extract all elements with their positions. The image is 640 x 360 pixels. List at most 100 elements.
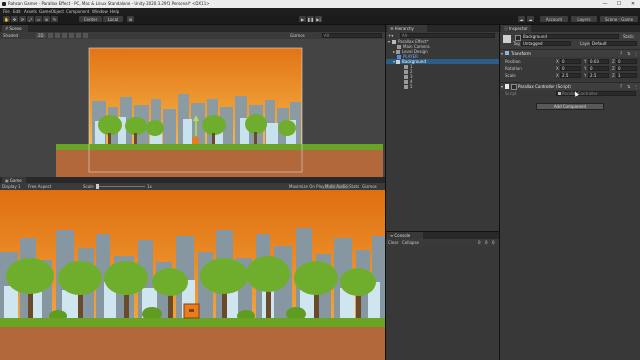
add-component-button[interactable]: Add Component [536, 103, 604, 110]
account-label: Account [545, 16, 563, 22]
menu-component[interactable]: Component [66, 9, 89, 14]
layers-dropdown[interactable]: Layers [571, 16, 597, 22]
hierarchy-tab-icon: ☰ [390, 26, 394, 31]
axis-z-label: Z [612, 59, 615, 64]
hierarchy-item-child[interactable]: 5 [386, 84, 499, 89]
mode-2d-toggle[interactable]: 2D [36, 33, 46, 38]
pivot-local-toggle[interactable]: Local [103, 16, 123, 22]
rotation-z-value: 0 [618, 66, 621, 71]
presets-icon[interactable]: ⇅ [627, 84, 630, 89]
maximize-on-play-toggle[interactable]: Maximize On Play [289, 184, 325, 189]
mute-audio-toggle[interactable]: Mute Audio [324, 184, 349, 189]
tab-console[interactable]: ≡ Console [387, 232, 423, 239]
console-warning-count[interactable]: 0 [485, 240, 488, 245]
camera-icon[interactable] [76, 33, 81, 38]
menu-assets[interactable]: Assets [24, 9, 37, 14]
game-ground-grass [0, 318, 385, 327]
context-menu-icon[interactable]: ⋮ [634, 84, 638, 89]
script-component-header[interactable]: ▾ Parallax Controller (Script) ? ⇅ ⋮ [500, 82, 640, 90]
scale-slider-thumb[interactable] [96, 184, 99, 189]
pivot-center-toggle[interactable]: Center [79, 16, 102, 22]
tab-inspector[interactable]: ⓘ Inspector [501, 25, 531, 32]
vertical-divider[interactable] [499, 25, 500, 360]
cloud-icon[interactable]: ☁ [527, 16, 534, 22]
tab-hierarchy[interactable]: ☰ Hierarchy [387, 25, 427, 32]
console-error-count[interactable]: 0 [492, 240, 495, 245]
menu-window[interactable]: Window [92, 9, 108, 14]
layout-dropdown[interactable]: Scene - Game [600, 16, 638, 22]
static-toggle[interactable]: Static [623, 34, 634, 39]
collab-icon[interactable]: ☁ [518, 16, 525, 22]
rect-tool-icon[interactable]: ▭ [35, 16, 42, 22]
transform-expand-arrow[interactable]: ▾ [501, 51, 503, 56]
menu-gameobject[interactable]: GameObject [39, 9, 64, 14]
close-button[interactable]: ✕ [626, 0, 640, 8]
transform-tool-icon[interactable]: ⊕ [43, 16, 50, 22]
horizontal-divider[interactable] [386, 231, 499, 232]
game-viewport[interactable] [0, 190, 385, 360]
account-dropdown[interactable]: Account [540, 16, 568, 22]
scene-gizmos-dropdown[interactable]: Gizmos [290, 33, 305, 38]
tab-scene[interactable]: # Scene [2, 25, 28, 32]
move-tool-icon[interactable]: ✥ [11, 16, 18, 22]
object-name-input[interactable]: Background [521, 34, 619, 39]
lighting-icon[interactable] [48, 33, 53, 38]
context-menu-icon[interactable]: ⋮ [634, 51, 638, 56]
play-button[interactable]: ▶ [299, 16, 306, 22]
gameobject-icon [503, 35, 511, 43]
scale-z-field[interactable]: 1 [616, 73, 637, 78]
hidden-objects-icon[interactable] [69, 33, 74, 38]
rotation-x-field[interactable]: 0 [560, 66, 581, 71]
transform-header[interactable]: ▾ Transform ? ⇅ ⋮ [500, 50, 640, 57]
layer-dropdown[interactable]: Default [590, 41, 637, 46]
shaded-dropdown[interactable]: Shaded [3, 33, 18, 38]
effects-icon[interactable] [62, 33, 67, 38]
stats-toggle[interactable]: Stats [349, 184, 359, 189]
aspect-dropdown[interactable]: Free Aspect [28, 184, 51, 189]
tag-dropdown[interactable]: Untagged [521, 41, 571, 46]
game-gizmos-dropdown[interactable]: Gizmos [362, 184, 377, 189]
scale-slider-track[interactable] [97, 186, 145, 187]
console-clear-button[interactable]: Clear [388, 240, 398, 245]
presets-icon[interactable]: ⇅ [627, 51, 630, 56]
step-button[interactable]: ▶| [315, 16, 322, 22]
tools-icon[interactable] [83, 33, 88, 38]
layers-label: Layers [577, 16, 591, 22]
menu-help[interactable]: Help [110, 9, 119, 14]
gameobject-icon [404, 79, 408, 84]
position-z-field[interactable]: 0 [616, 59, 637, 64]
custom-tool-icon[interactable]: ✎ [51, 16, 58, 22]
rotation-y-field[interactable]: 0 [588, 66, 609, 71]
help-icon[interactable]: ? [620, 51, 622, 56]
hierarchy-add-button[interactable]: +▾ [388, 33, 393, 38]
rotate-tool-icon[interactable]: ⟳ [19, 16, 26, 22]
script-reference-value: ParallaxController [562, 91, 598, 96]
scene-viewport[interactable] [0, 39, 385, 177]
scene-tab-label: Scene [9, 26, 22, 31]
pause-button[interactable]: ❚❚ [307, 16, 314, 22]
rotation-z-field[interactable]: 0 [616, 66, 637, 71]
display-dropdown[interactable]: Display 1 [2, 184, 21, 189]
scene-search-input[interactable]: All [322, 33, 382, 38]
position-x-field[interactable]: 0 [560, 59, 581, 64]
position-y-field[interactable]: 0.03 [588, 59, 609, 64]
script-expand-arrow[interactable]: ▾ [501, 84, 503, 89]
menu-edit[interactable]: Edit [13, 9, 21, 14]
hierarchy-search-input[interactable]: All [400, 33, 495, 38]
hand-tool-icon[interactable]: ✋ [3, 16, 10, 22]
console-info-count[interactable]: 0 [478, 240, 481, 245]
minimize-button[interactable]: — [598, 0, 612, 8]
scale-y-field[interactable]: 2.5 [588, 73, 609, 78]
scale-tool-icon[interactable]: ⤢ [27, 16, 34, 22]
menu-file[interactable]: File [3, 9, 10, 14]
rotation-label: Rotation [505, 66, 522, 71]
audio-icon[interactable] [55, 33, 60, 38]
gameobject-icon [404, 84, 408, 89]
scale-x-field[interactable]: 2.5 [560, 73, 581, 78]
maximize-button[interactable]: ☐ [612, 0, 626, 8]
grid-snap-icon[interactable]: ⊞ [127, 16, 134, 22]
help-icon[interactable]: ? [620, 84, 622, 89]
script-enabled-checkbox[interactable] [511, 84, 517, 90]
console-collapse-button[interactable]: Collapse [402, 240, 419, 245]
vertical-divider[interactable] [385, 25, 386, 360]
